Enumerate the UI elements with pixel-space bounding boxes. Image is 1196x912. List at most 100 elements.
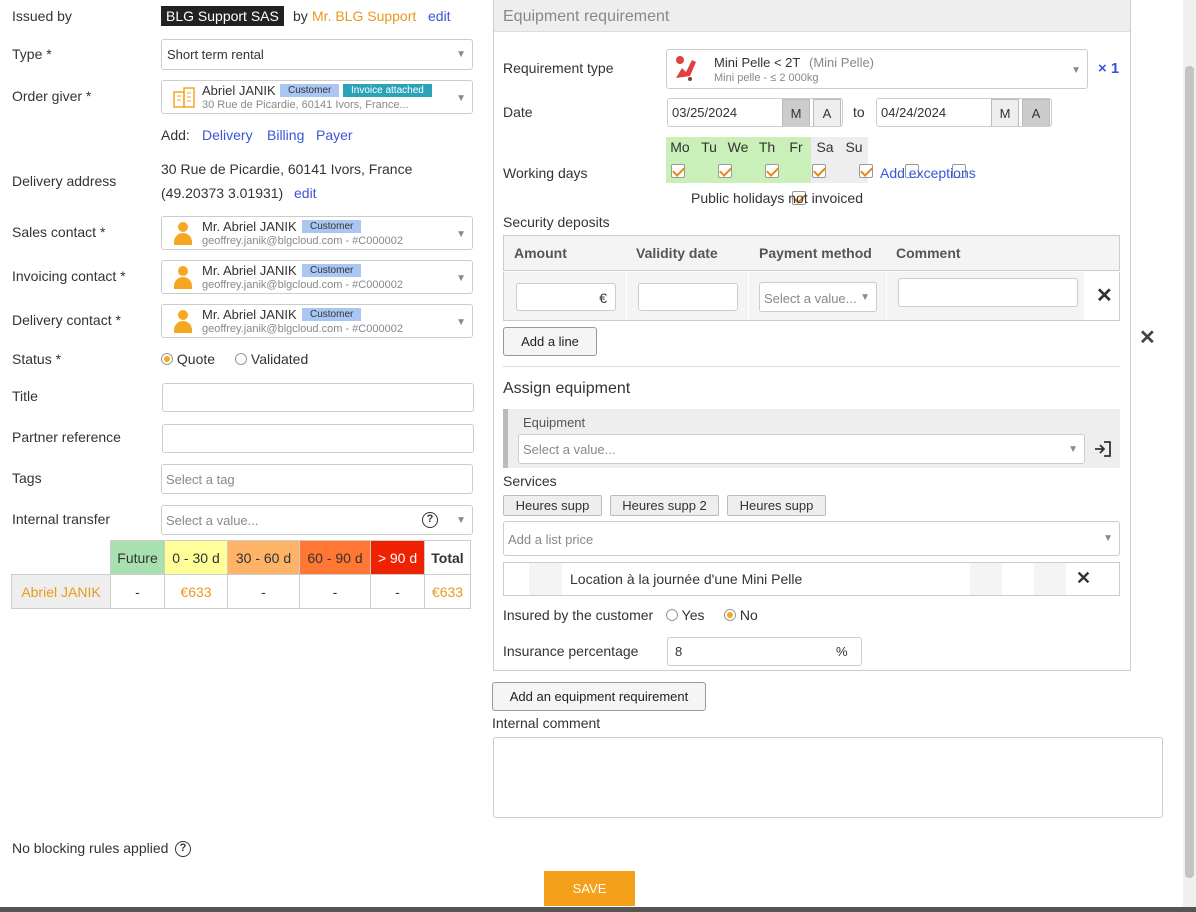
list-price-select[interactable]: Add a list price ▼: [503, 521, 1120, 556]
order-giver-select[interactable]: Abriel JANIK Customer Invoice attached 3…: [161, 80, 473, 114]
delivery-contact-select[interactable]: Mr. Abriel JANIK Customer geoffrey.janik…: [161, 304, 473, 338]
person-icon: [174, 266, 192, 290]
req-type-sub: Mini pelle - ≤ 2 000kg: [714, 72, 819, 84]
aging-header: 30 - 60 d: [227, 540, 300, 575]
aging-header: > 90 d: [370, 540, 425, 575]
deposit-amount-input[interactable]: €: [516, 283, 616, 311]
afternoon-toggle[interactable]: A: [813, 99, 841, 126]
remove-requirement-icon[interactable]: ✕: [1139, 325, 1156, 350]
delivery-address-edit-link[interactable]: edit: [294, 185, 317, 201]
type-value: Short term rental: [167, 47, 264, 62]
add-payer-link[interactable]: Payer: [316, 127, 353, 143]
insured-no-label: No: [739, 607, 758, 623]
quantity-link[interactable]: × 1: [1098, 60, 1119, 77]
req-type-name: Mini Pelle < 2T: [714, 55, 801, 70]
deposit-comment-textarea[interactable]: [898, 278, 1078, 307]
sales-contact-label: Sales contact *: [12, 224, 106, 240]
radio-selected[interactable]: [724, 609, 736, 621]
aging-header: Future: [110, 540, 165, 575]
radio-unselected[interactable]: [666, 609, 678, 621]
issued-by-edit-link[interactable]: edit: [428, 8, 451, 24]
sales-contact-select[interactable]: Mr. Abriel JANIK Customer geoffrey.janik…: [161, 216, 473, 250]
add-exceptions-link[interactable]: Add exceptions: [880, 165, 976, 181]
req-type-select[interactable]: Mini Pelle < 2T (Mini Pelle) Mini pelle …: [666, 49, 1088, 89]
status-validated-option[interactable]: Validated: [235, 351, 308, 367]
deposit-validity-input[interactable]: [638, 283, 738, 311]
equipment-select[interactable]: Select a value... ▼: [518, 434, 1085, 464]
aging-value: -: [227, 574, 300, 609]
issued-by-by: by: [293, 8, 308, 24]
day-label: Th: [758, 139, 776, 155]
equipment-placeholder: Select a value...: [523, 442, 616, 457]
customer-badge: Customer: [280, 84, 340, 97]
help-icon[interactable]: ?: [175, 841, 191, 857]
date-from-input[interactable]: 03/25/2024 M A: [667, 98, 843, 127]
partner-ref-input[interactable]: [162, 424, 474, 453]
scrollbar-thumb[interactable]: [1185, 66, 1194, 878]
chevron-down-icon: ▼: [456, 317, 466, 328]
panel-title: Equipment requirement: [503, 8, 670, 25]
internal-comment-textarea[interactable]: [493, 737, 1163, 818]
day-checkbox[interactable]: [671, 164, 685, 178]
add-delivery-link[interactable]: Delivery: [202, 127, 253, 143]
insured-yes-option[interactable]: Yes: [666, 607, 704, 623]
morning-toggle[interactable]: M: [991, 99, 1019, 126]
service-tag[interactable]: Heures supp 2: [610, 495, 719, 516]
radio-selected[interactable]: [161, 353, 173, 365]
delivery-address-coords: (49.20373 3.01931): [161, 185, 284, 201]
radio-unselected[interactable]: [235, 353, 247, 365]
tags-input[interactable]: Select a tag: [161, 464, 473, 494]
day-checkbox[interactable]: [764, 164, 779, 178]
sign-in-icon[interactable]: [1094, 441, 1112, 457]
order-giver-name: Abriel JANIK: [202, 83, 276, 98]
add-equipment-requirement-button[interactable]: Add an equipment requirement: [492, 682, 706, 711]
aging-header: Total: [424, 540, 471, 575]
date-to-value: 04/24/2024: [881, 105, 947, 120]
day-checkbox[interactable]: [717, 164, 732, 178]
date-label: Date: [503, 104, 533, 120]
status-quote-option[interactable]: Quote: [161, 351, 215, 367]
insured-label: Insured by the customer: [503, 607, 654, 623]
deposit-header: Amount: [514, 245, 567, 261]
customer-badge: Customer: [302, 308, 362, 321]
title-input[interactable]: [162, 383, 474, 412]
insurance-pct-input[interactable]: 8 %: [667, 637, 862, 666]
issued-by-user-link[interactable]: Mr. BLG Support: [312, 8, 416, 24]
issued-by-company: BLG Support SAS: [161, 6, 284, 26]
day-label: Fr: [789, 139, 803, 155]
afternoon-toggle[interactable]: A: [1022, 99, 1050, 126]
add-billing-link[interactable]: Billing: [267, 127, 304, 143]
payment-method-select[interactable]: Select a value... ▼: [759, 282, 877, 312]
day-checkbox[interactable]: [858, 164, 873, 178]
delivery-address-label: Delivery address: [12, 173, 117, 189]
service-tag[interactable]: Heures supp: [727, 495, 826, 516]
aging-row-name[interactable]: Abriel JANIK: [11, 574, 111, 609]
chevron-down-icon: ▼: [456, 229, 466, 240]
internal-transfer-select[interactable]: Select a value... ? ▼: [161, 505, 473, 535]
internal-comment-label: Internal comment: [492, 715, 601, 731]
internal-transfer-placeholder: Select a value...: [166, 513, 259, 528]
aging-value: -: [110, 574, 165, 609]
aging-value[interactable]: €633: [164, 574, 228, 609]
date-to-input[interactable]: 04/24/2024 M A: [876, 98, 1052, 127]
invoicing-contact-label: Invoicing contact *: [12, 268, 126, 284]
chevron-down-icon: ▼: [1103, 533, 1113, 544]
insured-no-option[interactable]: No: [724, 607, 758, 623]
service-tag[interactable]: Heures supp: [503, 495, 602, 516]
status-quote-label: Quote: [176, 351, 216, 367]
partner-ref-label: Partner reference: [12, 429, 121, 445]
aging-header: 0 - 30 d: [164, 540, 228, 575]
save-button[interactable]: SAVE: [544, 871, 635, 906]
day-checkbox[interactable]: [811, 164, 826, 178]
morning-toggle[interactable]: M: [782, 99, 810, 126]
working-days-label: Working days: [503, 165, 588, 181]
aging-value[interactable]: €633: [424, 574, 471, 609]
type-select[interactable]: Short term rental ▼: [161, 39, 473, 70]
invoicing-contact-select[interactable]: Mr. Abriel JANIK Customer geoffrey.janik…: [161, 260, 473, 294]
chevron-down-icon: ▼: [456, 273, 466, 284]
close-icon[interactable]: ✕: [1076, 568, 1091, 589]
add-line-button[interactable]: Add a line: [503, 327, 597, 356]
help-icon[interactable]: ?: [422, 512, 438, 528]
close-icon[interactable]: ✕: [1096, 283, 1113, 308]
scrollbar-track[interactable]: [1183, 0, 1196, 907]
